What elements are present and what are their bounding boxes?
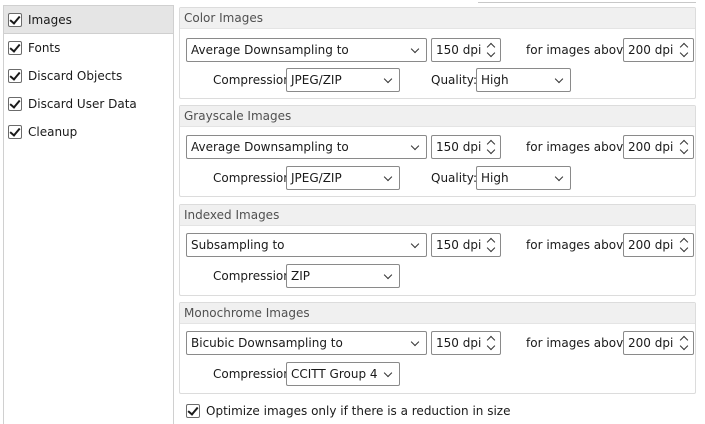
mono-compression-select[interactable]: CCITT Group 4 [286,362,400,386]
up-down-icon[interactable] [679,138,689,156]
up-down-icon[interactable] [679,236,689,254]
indexed-images-group: Indexed Images Subsampling to 150 dpi fo… [179,204,696,296]
cleanup-checkbox[interactable] [8,125,22,139]
up-down-icon[interactable] [486,41,496,59]
top-control-edge [478,0,696,3]
sidebar-item-label: Discard Objects [28,69,123,83]
indexed-method-select[interactable]: Subsampling to [186,233,427,257]
for-images-above-label: for images above: [526,336,635,350]
group-title: Indexed Images [180,205,695,226]
sidebar-item-label: Fonts [28,41,61,55]
group-title: Color Images [180,8,695,29]
up-down-icon[interactable] [679,41,689,59]
discard-objects-checkbox[interactable] [8,69,22,83]
compression-label: Compression [213,73,291,87]
chevron-down-icon [410,337,420,347]
optimize-label: Optimize images only if there is a reduc… [206,404,511,418]
group-title: Monochrome Images [180,303,695,324]
images-checkbox[interactable] [8,12,22,27]
color-quality-select[interactable]: High [476,68,571,92]
indexed-dpi-spinner[interactable]: 150 dpi [431,233,501,257]
sidebar-item-cleanup[interactable]: Cleanup [4,118,173,146]
sidebar-item-discard-user-data[interactable]: Discard User Data [4,90,173,118]
sidebar: Images Fonts Discard Objects Discard Use… [3,5,174,424]
chevron-down-icon [554,74,564,84]
gray-above-dpi-spinner[interactable]: 200 dpi [623,135,694,159]
for-images-above-label: for images above: [526,43,635,57]
chevron-down-icon [383,74,393,84]
fonts-checkbox[interactable] [8,41,22,55]
sidebar-item-fonts[interactable]: Fonts [4,34,173,62]
indexed-compression-select[interactable]: ZIP [286,264,400,288]
up-down-icon[interactable] [486,138,496,156]
group-title: Grayscale Images [180,106,695,127]
up-down-icon[interactable] [486,334,496,352]
sidebar-item-discard-objects[interactable]: Discard Objects [4,62,173,90]
up-down-icon[interactable] [679,334,689,352]
up-down-icon[interactable] [486,236,496,254]
grayscale-images-group: Grayscale Images Average Downsampling to… [179,105,696,197]
monochrome-images-group: Monochrome Images Bicubic Downsampling t… [179,302,696,394]
gray-dpi-spinner[interactable]: 150 dpi [431,135,501,159]
chevron-down-icon [554,172,564,182]
color-dpi-spinner[interactable]: 150 dpi [431,38,501,62]
quality-label: Quality: [431,171,478,185]
color-images-group: Color Images Average Downsampling to 150… [179,7,696,99]
chevron-down-icon [410,44,420,54]
color-method-select[interactable]: Average Downsampling to [186,38,427,62]
chevron-down-icon [383,270,393,280]
color-compression-select[interactable]: JPEG/ZIP [286,68,400,92]
sidebar-item-label: Images [28,12,72,27]
optimize-checkbox[interactable] [186,404,200,418]
chevron-down-icon [383,172,393,182]
compression-label: Compression [213,367,291,381]
compression-label: Compression [213,171,291,185]
gray-method-select[interactable]: Average Downsampling to [186,135,427,159]
chevron-down-icon [410,141,420,151]
sidebar-item-images[interactable]: Images [4,6,173,34]
gray-compression-select[interactable]: JPEG/ZIP [286,166,400,190]
mono-above-dpi-spinner[interactable]: 200 dpi [623,331,694,355]
for-images-above-label: for images above: [526,238,635,252]
indexed-above-dpi-spinner[interactable]: 200 dpi [623,233,694,257]
for-images-above-label: for images above: [526,140,635,154]
optimize-option[interactable]: Optimize images only if there is a reduc… [186,404,510,418]
mono-dpi-spinner[interactable]: 150 dpi [431,331,501,355]
mono-method-select[interactable]: Bicubic Downsampling to [186,331,427,355]
chevron-down-icon [383,368,393,378]
chevron-down-icon [410,239,420,249]
discard-user-data-checkbox[interactable] [8,97,22,111]
sidebar-item-label: Discard User Data [28,97,137,111]
gray-quality-select[interactable]: High [476,166,571,190]
compression-label: Compression [213,269,291,283]
color-above-dpi-spinner[interactable]: 200 dpi [623,38,694,62]
sidebar-item-label: Cleanup [28,125,78,139]
quality-label: Quality: [431,73,478,87]
